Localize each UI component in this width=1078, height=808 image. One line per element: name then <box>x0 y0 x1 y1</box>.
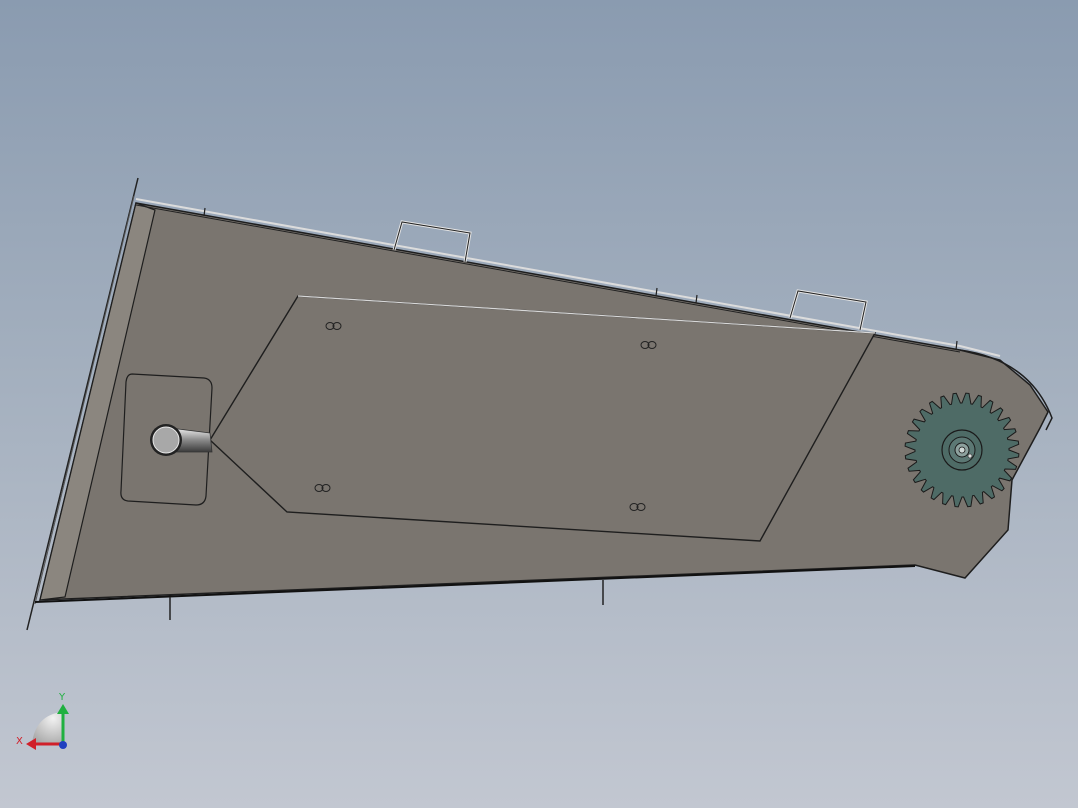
sprocket-icon[interactable] <box>904 392 1020 508</box>
model-viewport[interactable]: Y X <box>0 0 1078 808</box>
x-axis-label: X <box>16 736 23 747</box>
triad-icon: Y X <box>16 692 69 750</box>
cover-plate[interactable] <box>209 295 877 542</box>
y-axis-label: Y <box>58 692 66 703</box>
z-axis-dot <box>59 741 67 749</box>
